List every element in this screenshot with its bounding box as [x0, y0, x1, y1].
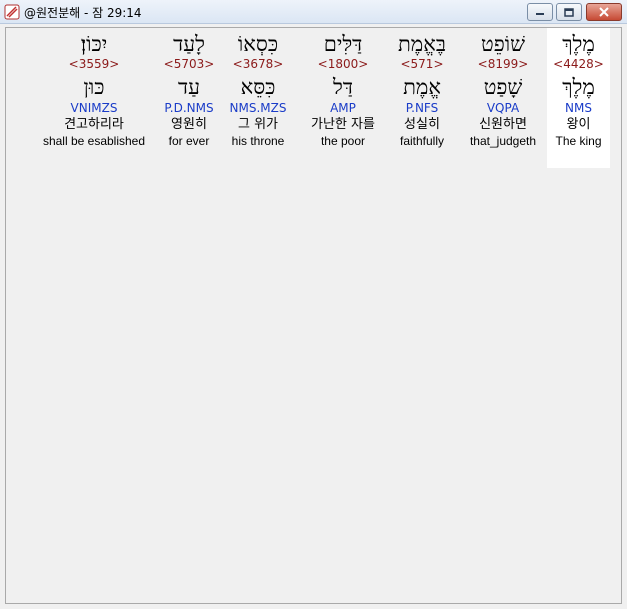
hebrew-word: בֶּאֱמֶת — [398, 32, 446, 56]
hebrew-lemma: שָׁפַט — [483, 75, 523, 99]
english-gloss: shall be esablished — [42, 134, 146, 148]
strong-number[interactable]: <8199> — [463, 57, 543, 72]
korean-gloss: 그 위가 — [237, 117, 278, 132]
hebrew-word: מֶלֶךְ — [562, 32, 595, 56]
hebrew-lemma: אֱמֶת — [403, 75, 441, 99]
morphology-code: NMS.MZS — [229, 101, 287, 115]
strong-number[interactable]: <5703> — [159, 57, 219, 72]
korean-gloss: 왕이 — [566, 117, 591, 132]
word-column[interactable]: יִכּוֹן׃ <3559> כּוּן VNIMZS 견고하리라 shall… — [29, 28, 159, 168]
minimize-icon — [536, 13, 544, 15]
korean-gloss: 성실히 — [404, 117, 440, 132]
word-column-selected[interactable]: מֶלֶךְ <4428> מֶלֶךְ NMS 왕이 The king — [547, 28, 610, 168]
strong-number[interactable]: <3678> — [222, 57, 294, 72]
word-column[interactable]: לָעַד <5703> עַד P.D.NMS 영원히 for ever — [159, 28, 219, 168]
hebrew-word: שׁוֹפֵט — [481, 32, 525, 56]
interlinear-view: יִכּוֹן׃ <3559> כּוּן VNIMZS 견고하리라 shall… — [5, 27, 622, 604]
word-column[interactable]: בֶּאֱמֶת <571> אֱמֶת P.NFS 성실히 faithfull… — [392, 28, 452, 168]
english-gloss: the poor — [320, 134, 366, 148]
morphology-code: NMS — [565, 101, 592, 115]
hebrew-word: לָעַד — [173, 32, 205, 56]
korean-gloss: 견고하리라 — [64, 117, 124, 132]
morphology-code: P.D.NMS — [164, 101, 214, 115]
korean-gloss: 가난한 자를 — [311, 117, 375, 132]
minimize-button[interactable] — [527, 3, 553, 21]
english-gloss: for ever — [168, 134, 210, 148]
english-gloss: The king — [555, 134, 602, 148]
title-bar: @원전분해 - 잠 29:14 — [0, 0, 627, 24]
english-gloss: faithfully — [399, 134, 445, 148]
hebrew-word: יִכּוֹן׃ — [80, 32, 108, 56]
english-gloss: that_judgeth — [469, 134, 537, 148]
hebrew-lemma: דַּל — [333, 75, 353, 99]
morphology-code: VQPA — [486, 101, 520, 115]
morphology-code: P.NFS — [405, 101, 439, 115]
english-gloss: his throne — [231, 134, 285, 148]
strong-number[interactable]: <1800> — [298, 57, 388, 72]
strong-number[interactable]: <3559> — [29, 57, 159, 72]
morphology-code: AMP — [330, 101, 356, 115]
hebrew-lemma: כּוּן — [83, 75, 105, 99]
word-column[interactable]: שׁוֹפֵט <8199> שָׁפַט VQPA 신원하면 that_jud… — [463, 28, 543, 168]
korean-gloss: 영원히 — [171, 117, 207, 132]
hebrew-lemma: כִּסֵּא — [240, 75, 276, 99]
word-column[interactable]: דַּלִּים <1800> דַּל AMP 가난한 자를 the poor — [298, 28, 388, 168]
close-button[interactable] — [586, 3, 622, 21]
korean-gloss: 신원하면 — [479, 117, 527, 132]
app-icon — [4, 4, 20, 20]
hebrew-lemma: מֶלֶךְ — [562, 75, 595, 99]
window-title: @원전분해 - 잠 29:14 — [24, 6, 142, 20]
close-icon — [599, 7, 609, 17]
maximize-icon — [564, 7, 574, 17]
strong-number[interactable]: <571> — [392, 57, 452, 72]
hebrew-word: כִּסְאוֹ — [237, 32, 279, 56]
strong-number[interactable]: <4428> — [547, 57, 610, 72]
morphology-code: VNIMZS — [70, 101, 118, 115]
maximize-button[interactable] — [556, 3, 582, 21]
hebrew-lemma: עַד — [178, 75, 200, 99]
word-column[interactable]: כִּסְאוֹ <3678> כִּסֵּא NMS.MZS 그 위가 his… — [222, 28, 294, 168]
hebrew-word: דַּלִּים — [323, 32, 363, 56]
